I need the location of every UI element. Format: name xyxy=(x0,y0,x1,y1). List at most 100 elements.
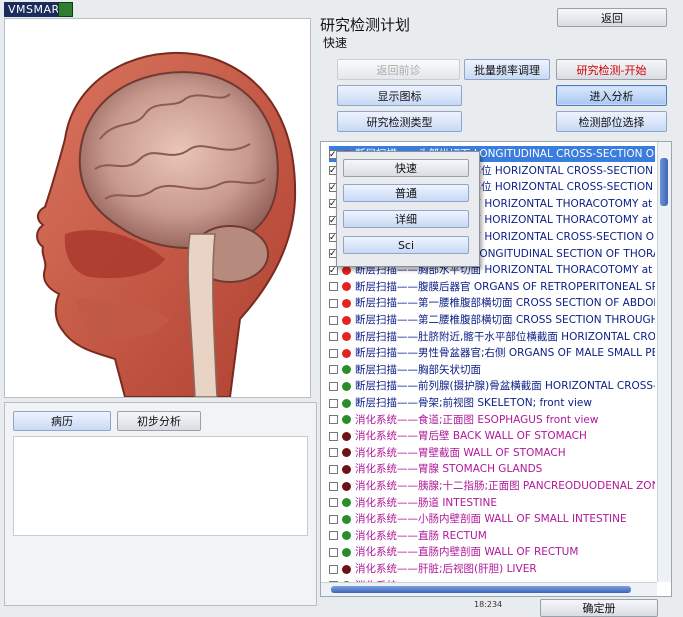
select-part-button[interactable]: 检测部位选择 xyxy=(556,111,667,132)
mode-popup-menu: 快速 普通 详细 Sci xyxy=(336,151,480,267)
back-button[interactable]: 返回 xyxy=(557,8,667,27)
list-item-label: 断层扫描——男性骨盆器官;右侧 ORGANS OF MALE SMALL PEL… xyxy=(355,347,655,360)
list-item-checkbox[interactable] xyxy=(329,398,338,408)
anatomy-image-panel xyxy=(4,18,311,398)
research-type-button[interactable]: 研究检测类型 xyxy=(337,111,462,132)
show-icons-button[interactable]: 显示图标 xyxy=(337,85,462,106)
list-item-checkbox[interactable] xyxy=(329,282,338,292)
status-dot-icon xyxy=(342,514,351,524)
list-item-checkbox[interactable] xyxy=(329,531,338,541)
mode-option-sci[interactable]: Sci xyxy=(343,236,469,254)
list-item-checkbox[interactable] xyxy=(329,332,338,342)
mode-option-normal[interactable]: 普通 xyxy=(343,184,469,202)
mode-option-detailed[interactable]: 详细 xyxy=(343,210,469,228)
enter-analysis-button[interactable]: 进入分析 xyxy=(556,85,667,106)
list-item-label: 断层扫描——骨架;前视图 SKELETON; front view xyxy=(355,397,592,409)
list-item-checkbox[interactable] xyxy=(329,564,338,574)
status-dot-icon xyxy=(342,531,351,541)
status-dot-icon xyxy=(342,332,351,342)
list-item-label: 断层扫描——腹膜后器官 ORGANS OF RETROPERITONEAL SP… xyxy=(355,280,655,293)
list-item-label: 消化系统——肠道 INTESTINE xyxy=(355,496,498,509)
status-dot-icon xyxy=(342,381,351,391)
list-item-label: 断层扫描——胸部矢状切面 xyxy=(355,363,481,376)
mode-option-quick[interactable]: 快速 xyxy=(343,159,469,177)
list-item[interactable]: 消化系统——直肠内壁剖面 WALL OF RECTUM xyxy=(329,544,578,560)
list-item[interactable]: 断层扫描——肚脐附近,髂干水平部位横截面 HORIZONTAL CROSS-SE… xyxy=(329,329,655,345)
list-item[interactable]: 消化系统——直肠 RECTUM xyxy=(329,528,487,544)
head-cross-section-image xyxy=(36,51,297,397)
status-dot-icon xyxy=(342,348,351,358)
list-item-label: 断层扫描——第一腰椎腹部横切面 CROSS SECTION OF ABDOMEN… xyxy=(355,297,655,310)
horizontal-scrollbar[interactable] xyxy=(321,582,657,596)
vertical-scroll-thumb[interactable] xyxy=(660,158,668,206)
status-dot-icon xyxy=(342,448,351,458)
list-item[interactable]: 断层扫描——腹膜后器官 ORGANS OF RETROPERITONEAL SP… xyxy=(329,279,655,295)
list-item[interactable]: 消化系统——胃壁截面 WALL OF STOMACH xyxy=(329,445,566,461)
status-time: 18:234 xyxy=(474,600,503,609)
status-dot-icon xyxy=(342,265,351,275)
status-dot-icon xyxy=(342,298,351,308)
list-item[interactable]: 断层扫描——第二腰椎腹部横切面 CROSS SECTION THROUGH AB… xyxy=(329,312,655,328)
list-item-checkbox[interactable] xyxy=(329,498,338,508)
status-dot-icon xyxy=(342,415,351,425)
status-dot-icon xyxy=(342,464,351,474)
list-item-checkbox[interactable] xyxy=(329,381,338,391)
list-item[interactable]: 消化系统——肠道 INTESTINE xyxy=(329,495,497,511)
list-item-label: 消化系统——小肠内壁剖面 WALL OF SMALL INTESTINE xyxy=(355,513,627,526)
list-item[interactable]: 消化系统——小肠内壁剖面 WALL OF SMALL INTESTINE xyxy=(329,511,627,527)
history-notes-area[interactable] xyxy=(13,436,308,536)
list-item-label: 消化系统——直肠 RECTUM xyxy=(355,529,487,542)
list-item-checkbox[interactable] xyxy=(329,298,338,308)
list-item-label: 消化系统——直肠内壁剖面 WALL OF RECTUM xyxy=(355,546,579,559)
list-item-checkbox[interactable] xyxy=(329,448,338,458)
list-item[interactable]: 断层扫描——胸部矢状切面 xyxy=(329,362,481,378)
list-item-checkbox[interactable] xyxy=(329,481,338,491)
tab-history[interactable]: 病历 xyxy=(13,411,111,431)
research-start-button[interactable]: 研究检测-开始 xyxy=(556,59,667,80)
list-item-label: 消化系统——胃壁截面 WALL OF STOMACH xyxy=(355,446,566,459)
status-dot-icon xyxy=(342,315,351,325)
list-item-label: 消化系统——食道;正面图 ESOPHAGUS front view xyxy=(355,413,599,426)
list-item-label: 断层扫描——第二腰椎腹部横切面 CROSS SECTION THROUGH AB… xyxy=(355,314,655,326)
plan-title: 研究检测计划 xyxy=(320,16,411,34)
horizontal-scroll-thumb[interactable] xyxy=(331,586,631,593)
list-item-label: 消化系统——胃腺 STOMACH GLANDS xyxy=(355,463,543,476)
status-dot-icon xyxy=(342,547,351,557)
list-item[interactable]: 消化系统——肝脏;后视图(肝胆) LIVER xyxy=(329,561,537,577)
list-item-checkbox[interactable] xyxy=(329,365,338,375)
list-item-checkbox[interactable] xyxy=(329,348,338,358)
list-item-checkbox[interactable] xyxy=(329,415,338,425)
status-dot-icon xyxy=(342,431,351,441)
list-item[interactable]: 消化系统——胰腺;十二指肠;正面图 PANCREODUODENAL ZONE; … xyxy=(329,478,655,494)
list-item[interactable]: 消化系统——胃后壁 BACK WALL OF STOMACH xyxy=(329,428,587,444)
plan-mode: 快速 xyxy=(323,36,348,50)
list-item[interactable]: 断层扫描——男性骨盆器官;右侧 ORGANS OF MALE SMALL PEL… xyxy=(329,345,655,361)
tab-initial-analysis[interactable]: 初步分析 xyxy=(117,411,201,431)
list-item-label: 消化系统——胃后壁 BACK WALL OF STOMACH xyxy=(355,430,587,443)
status-dot-icon xyxy=(342,498,351,508)
status-dot-icon xyxy=(342,282,351,292)
list-item[interactable]: 消化系统——食道;正面图 ESOPHAGUS front view xyxy=(329,412,598,428)
back-up-button[interactable]: 返回前诊 xyxy=(337,59,460,80)
confirm-button[interactable]: 确定册 xyxy=(540,599,658,617)
vertical-scrollbar[interactable] xyxy=(657,142,671,582)
list-item-label: 消化系统——胰腺;十二指肠;正面图 PANCREODUODENAL ZONE; … xyxy=(355,480,655,492)
list-item-checkbox[interactable] xyxy=(329,265,338,275)
status-dot-icon xyxy=(342,398,351,408)
list-item-checkbox[interactable] xyxy=(329,514,338,524)
status-dot-icon xyxy=(342,564,351,574)
app-logo-icon xyxy=(58,2,73,17)
list-item-label: 断层扫描——前列腺(摄护腺)骨盆横截面 HORIZONTAL CROSS-SEC… xyxy=(355,380,655,393)
batch-freq-button[interactable]: 批量频率调理 xyxy=(464,59,550,80)
list-item-checkbox[interactable] xyxy=(329,547,338,557)
list-item-checkbox[interactable] xyxy=(329,315,338,325)
list-item[interactable]: 断层扫描——前列腺(摄护腺)骨盆横截面 HORIZONTAL CROSS-SEC… xyxy=(329,378,655,394)
list-item-label: 断层扫描——肚脐附近,髂干水平部位横截面 HORIZONTAL CROSS-SE… xyxy=(355,330,655,343)
status-dot-icon xyxy=(342,481,351,491)
list-item[interactable]: 断层扫描——第一腰椎腹部横切面 CROSS SECTION OF ABDOMEN… xyxy=(329,295,655,311)
history-panel: 病历 初步分析 xyxy=(4,402,317,606)
list-item[interactable]: 消化系统——胃腺 STOMACH GLANDS xyxy=(329,461,542,477)
list-item[interactable]: 断层扫描——骨架;前视图 SKELETON; front view xyxy=(329,395,592,411)
list-item-checkbox[interactable] xyxy=(329,431,338,441)
list-item-checkbox[interactable] xyxy=(329,464,338,474)
